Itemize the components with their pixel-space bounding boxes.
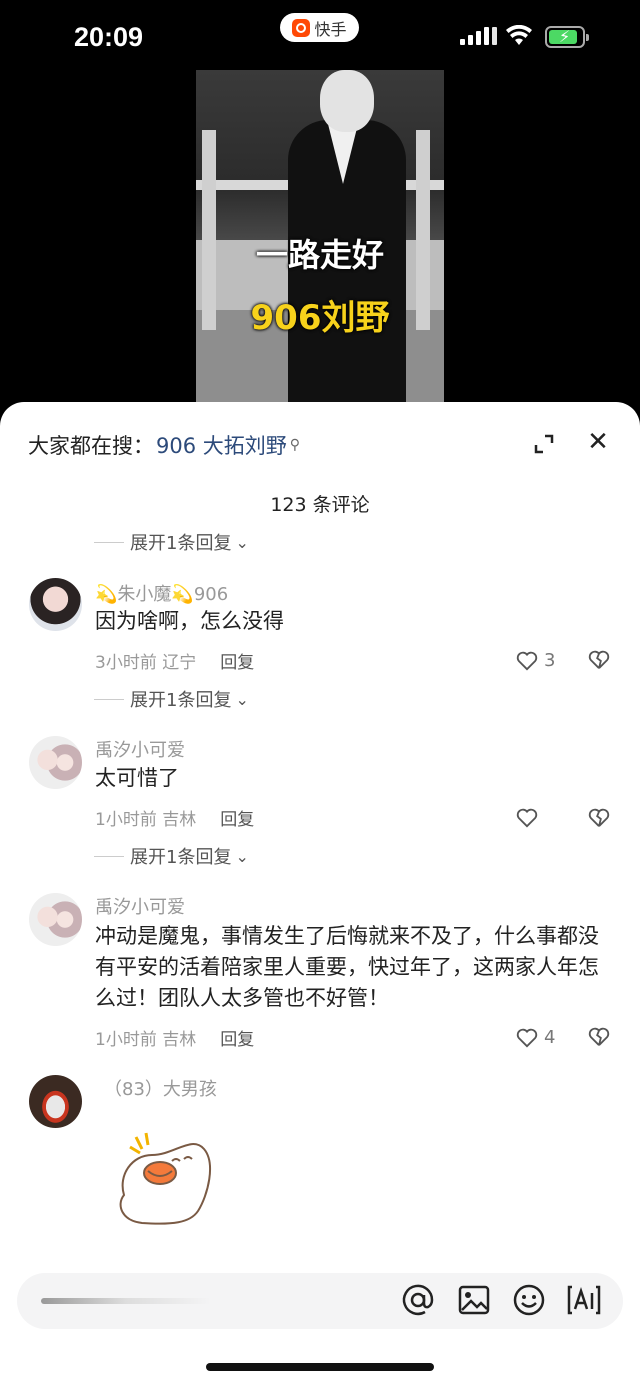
like-button[interactable]: 3 (516, 650, 555, 671)
chevron-down-icon: ⌄ (235, 532, 249, 552)
wifi-icon (506, 25, 532, 45)
search-icon: ⚲ (289, 437, 301, 453)
comment-text: 因为啥啊，怎么没得 (95, 609, 284, 633)
chevron-down-icon: ⌄ (235, 846, 249, 866)
broken-heart-icon[interactable] (588, 808, 610, 828)
trending-search-term[interactable]: 906 大拓刘野 (156, 430, 287, 460)
cellular-signal-icon (460, 27, 497, 45)
expand-replies-button[interactable]: 展开1条回复 ⌄ (94, 843, 249, 869)
comment-text: 冲动是魔鬼，事情发生了后悔就来不及了，什么事都没有平安的活着陪家里人重要，快过年… (95, 924, 599, 1010)
comment-username[interactable]: 💫朱小魔💫906 (95, 580, 228, 606)
comment-username[interactable]: （83）大男孩 (104, 1075, 217, 1101)
avatar[interactable] (29, 1075, 82, 1128)
home-indicator[interactable] (206, 1363, 434, 1371)
comment-meta: 1小时前 吉林 回复 (95, 810, 255, 830)
expand-replies-button[interactable]: 展开1条回复 ⌄ (94, 529, 249, 555)
like-button[interactable]: 4 (516, 1027, 555, 1048)
avatar[interactable] (29, 578, 82, 631)
expand-replies-button[interactable]: 展开1条回复 ⌄ (94, 686, 249, 712)
expand-icon[interactable] (530, 430, 558, 458)
reply-button[interactable]: 回复 (220, 810, 254, 830)
like-count: 4 (544, 1027, 556, 1048)
kuaishou-logo-icon (292, 18, 311, 37)
comment-username[interactable]: 禹汐小可爱 (95, 893, 185, 919)
video-caption-line2: 906刘野 (250, 298, 390, 338)
chevron-down-icon: ⌄ (235, 689, 249, 709)
image-icon[interactable] (456, 1282, 492, 1318)
comments-count: 123 条评论 (270, 494, 370, 516)
video-caption-line1: 一路走好 (255, 236, 384, 274)
broken-heart-icon[interactable] (588, 650, 610, 670)
app-pill-label: 快手 (314, 19, 347, 39)
battery-icon: ⚡ (545, 26, 589, 48)
reply-button[interactable]: 回复 (220, 653, 254, 673)
trending-search-prefix: 大家都在搜： (28, 434, 154, 458)
at-icon[interactable] (400, 1282, 436, 1318)
app-pill[interactable]: 快手 (280, 13, 359, 42)
duck-sticker-image[interactable] (112, 1125, 216, 1229)
broken-heart-icon[interactable] (588, 1027, 610, 1047)
status-bar: 20:09 快手 ⚡ (0, 0, 640, 64)
comment-input-bar (0, 1260, 640, 1385)
comment-text: 太可惜了 (95, 766, 179, 790)
heart-icon (516, 808, 538, 828)
status-time: 20:09 (74, 22, 144, 52)
avatar[interactable] (29, 893, 82, 946)
trending-search[interactable]: 大家都在搜： 906 大拓刘野 ⚲ (28, 430, 300, 460)
avatar[interactable] (29, 736, 82, 789)
comment-meta: 1小时前 吉林 回复 (95, 1030, 255, 1050)
like-button[interactable] (516, 808, 544, 828)
comment-sheet: 大家都在搜： 906 大拓刘野 ⚲ ✕ 123 条评论 展开1条回复 ⌄ 💫朱小魔… (0, 402, 640, 1385)
comment-meta: 3小时前 辽宁 回复 (95, 653, 255, 673)
close-icon[interactable]: ✕ (584, 428, 612, 456)
like-count: 3 (544, 650, 556, 671)
video-player[interactable]: 一路走好 906刘野 (196, 70, 444, 406)
heart-icon (516, 1028, 538, 1047)
ai-text-icon[interactable] (566, 1282, 602, 1318)
heart-icon (516, 651, 538, 670)
input-placeholder (41, 1298, 211, 1304)
comment-username[interactable]: 禹汐小可爱 (95, 736, 185, 762)
emoji-icon[interactable] (511, 1282, 547, 1318)
reply-button[interactable]: 回复 (220, 1030, 254, 1050)
